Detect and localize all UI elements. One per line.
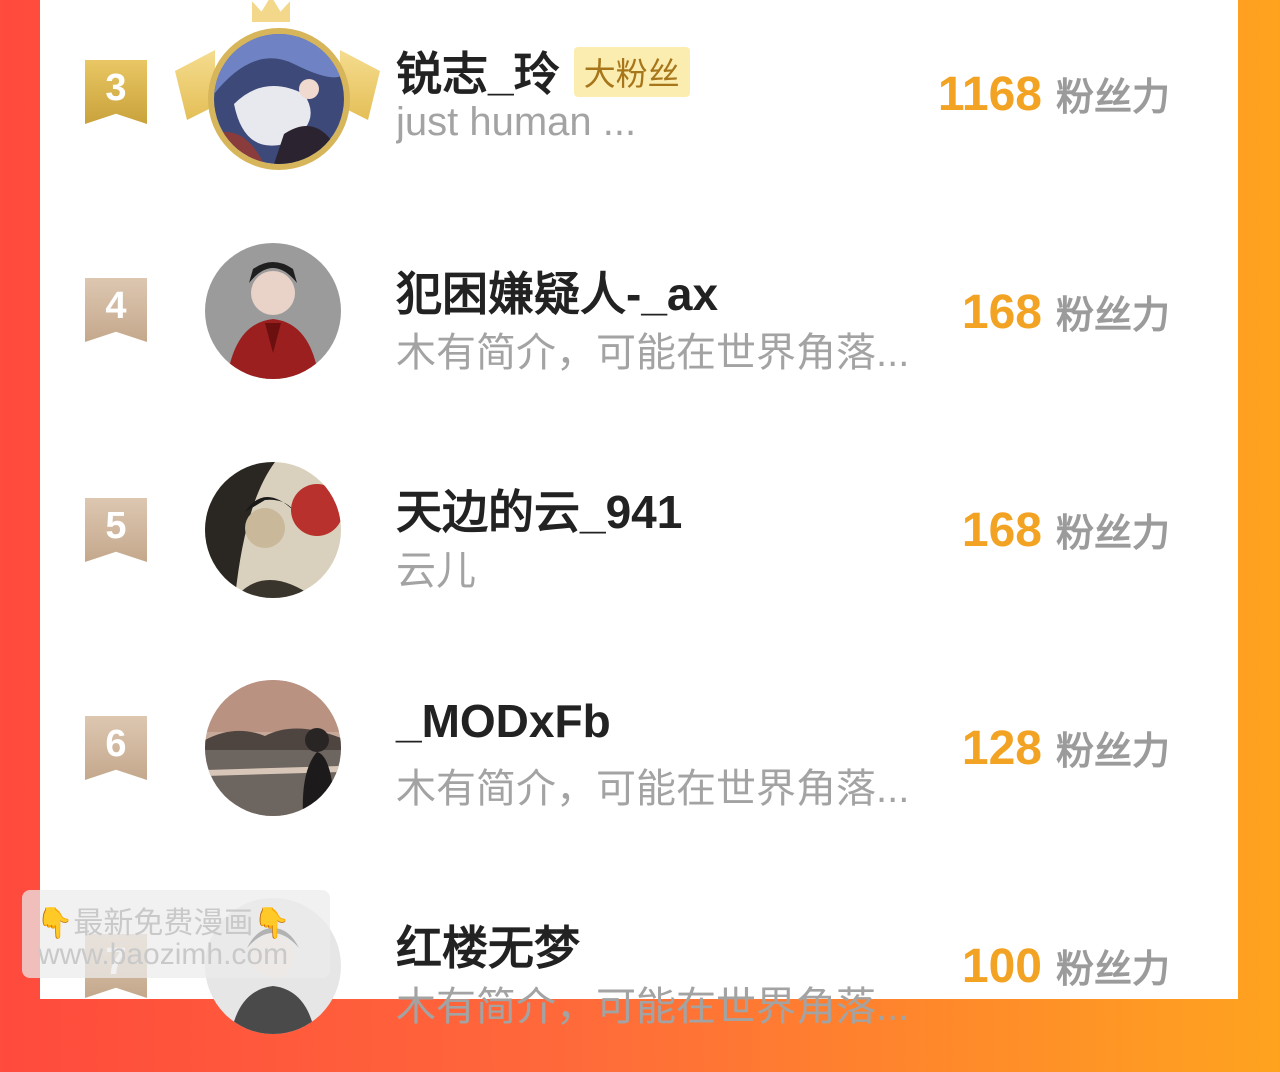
user-name[interactable]: 红楼无梦 [396,912,580,978]
fan-power-score: 100 粉丝力 [962,938,1170,994]
rank-ribbon: 3 [85,60,147,124]
avatar[interactable] [205,462,341,598]
user-name[interactable]: _MODxFb [396,694,611,748]
ranking-row[interactable]: 3 锐志_玲 大粉丝 just human ... 1168 粉丝力 [40,0,1238,200]
watermark-url: www.baozimh.com [38,938,289,971]
fan-power-score: 1168 粉丝力 [938,66,1170,122]
pointing-down-icon: 👇 [253,907,291,940]
fan-level-badge: 大粉丝 [573,46,690,97]
rank-ribbon: 4 [85,278,147,342]
score-value: 168 [961,504,1042,557]
score-unit: 粉丝力 [1055,77,1170,119]
ranking-row[interactable]: 6 _MODxFb 木有简介，可能在世界角落... 128 粉丝力 [40,654,1238,854]
user-name[interactable]: 犯困嫌疑人-_ax [396,258,718,324]
fan-ranking-panel: 3 锐志_玲 大粉丝 just human ... 1168 粉丝力 4 犯困嫌… [40,0,1238,1034]
site-watermark: 👇最新免费漫画👇 www.baozimh.com [22,890,330,978]
avatar[interactable] [205,243,341,379]
score-value: 100 [961,940,1042,993]
user-bio: just human ... [396,100,637,144]
fan-power-score: 168 粉丝力 [962,502,1170,558]
avatar[interactable] [205,680,341,816]
rank-ribbon: 5 [85,498,147,562]
crown-icon [252,0,290,22]
score-unit: 粉丝力 [1055,513,1170,555]
watermark-title: 👇最新免费漫画👇 [36,898,291,942]
score-value: 128 [961,722,1042,775]
ranking-row[interactable]: 5 天边的云_941 云儿 168 粉丝力 [40,436,1238,636]
score-unit: 粉丝力 [1055,731,1170,773]
score-unit: 粉丝力 [1055,949,1170,991]
fan-power-score: 128 粉丝力 [962,720,1170,776]
score-value: 1168 [937,68,1042,121]
rank-ribbon: 6 [85,716,147,780]
score-value: 168 [961,286,1042,339]
user-bio: 木有简介，可能在世界角落... [396,767,910,811]
user-bio: 木有简介，可能在世界角落... [396,331,910,375]
watermark-text: 最新免费漫画 [73,907,254,940]
ranking-row[interactable]: 4 犯困嫌疑人-_ax 木有简介，可能在世界角落... 168 粉丝力 [40,218,1238,418]
score-unit: 粉丝力 [1055,295,1170,337]
user-name-text[interactable]: 锐志_玲 [396,48,560,100]
user-bio: 云儿 [396,549,476,593]
user-bio: 木有简介，可能在世界角落... [396,985,910,1029]
avatar[interactable] [208,28,350,170]
fan-power-score: 168 粉丝力 [962,284,1170,340]
user-name[interactable]: 锐志_玲 大粉丝 [396,38,690,104]
pointing-down-icon: 👇 [36,907,74,940]
user-name[interactable]: 天边的云_941 [396,476,682,542]
